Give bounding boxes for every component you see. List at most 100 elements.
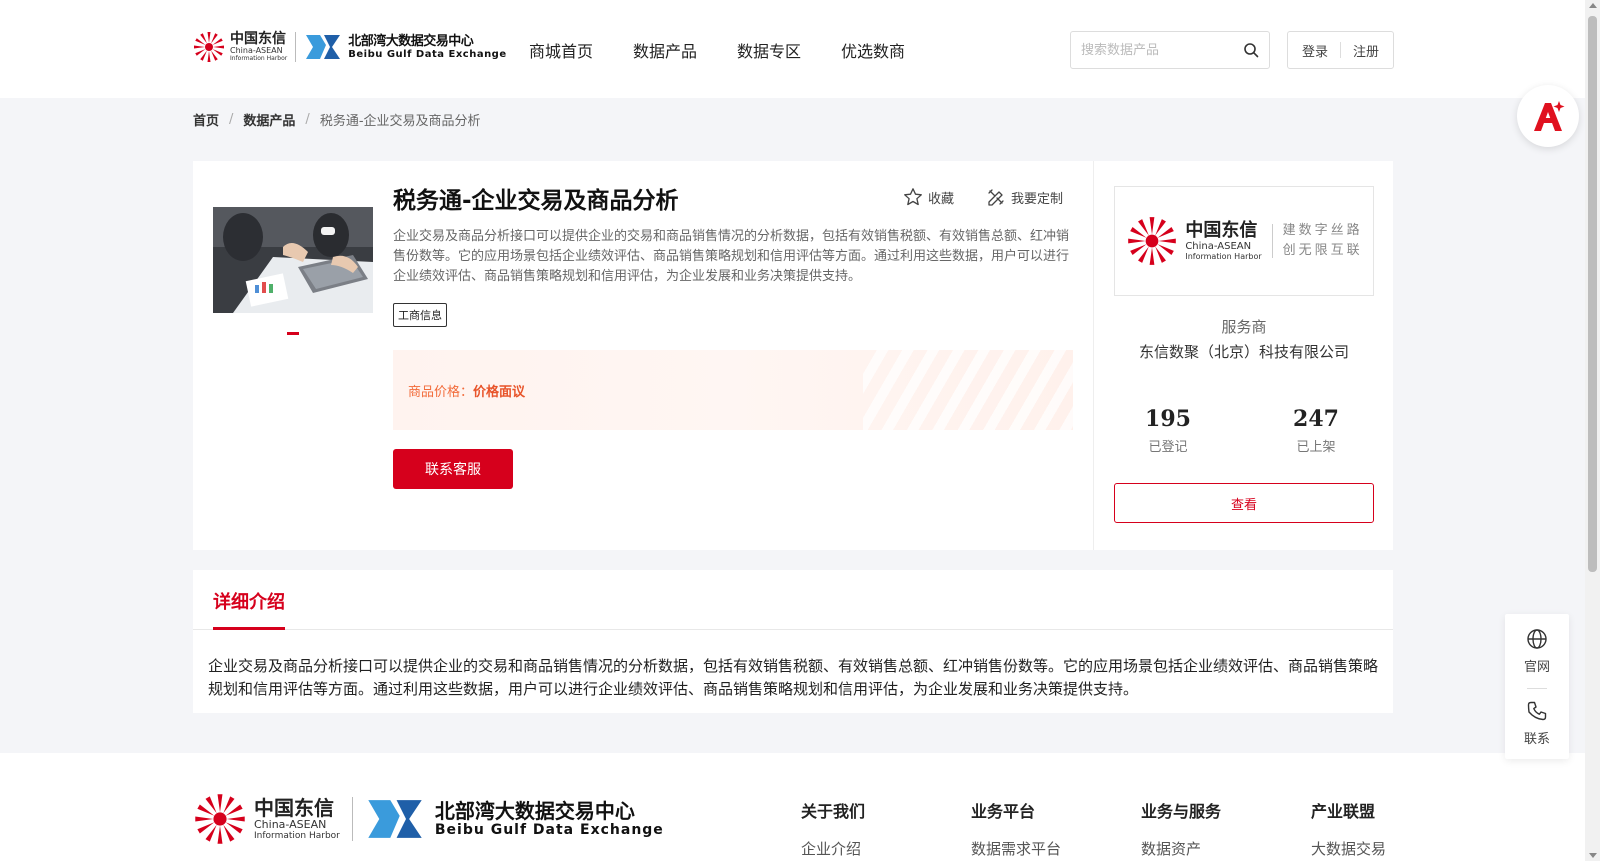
footer-col-heading: 业务平台 <box>971 802 1036 821</box>
breadcrumb-current: 税务通-企业交易及商品分析 <box>319 114 481 129</box>
globe-icon <box>1527 629 1547 649</box>
phone-icon <box>1527 701 1547 721</box>
side-website-button[interactable]: 官网 <box>1505 628 1569 675</box>
logo-bb-title: 北部湾大数据交易中心 <box>348 33 474 49</box>
footer-col-alliance: 产业联盟 大数据交易 <box>1311 798 1386 859</box>
breadcrumb-separator: / <box>305 112 310 127</box>
dongxin-logo-icon <box>1128 217 1177 265</box>
breadcrumb-home[interactable]: 首页 <box>193 110 219 129</box>
footer-logo-cn-sub2: Information Harbor <box>254 831 340 841</box>
footer-link[interactable]: 大数据交易 <box>1311 838 1386 859</box>
footer-link[interactable]: 数据需求平台 <box>971 838 1061 859</box>
customize-label: 我要定制 <box>1011 191 1064 207</box>
footer-logo[interactable]: 中国东信 China-ASEAN Information Harbor 北部湾大… <box>192 791 664 847</box>
product-actions: 收藏 我要定制 <box>903 187 1063 207</box>
beibu-logo-icon <box>368 800 422 838</box>
dongxin-logo-icon <box>195 794 245 844</box>
carousel-indicator[interactable] <box>287 332 299 335</box>
customize-button[interactable]: 我要定制 <box>986 187 1063 207</box>
scroll-up-arrow[interactable] <box>1589 3 1597 8</box>
vendor-logo-sub1: China-ASEAN <box>1185 241 1252 252</box>
site-footer: 中国东信 China-ASEAN Information Harbor 北部湾大… <box>0 753 1585 861</box>
footer-col-services: 业务与服务 数据资产 <box>1141 798 1221 859</box>
breadcrumb-category[interactable]: 数据产品 <box>243 110 295 129</box>
vendor-logo-title: 中国东信 <box>1185 220 1258 241</box>
product-description: 企业交易及商品分析接口可以提供企业的交易和商品销售情况的分析数据，包括有效销售税… <box>393 229 1070 284</box>
footer-col-heading: 关于我们 <box>801 802 866 821</box>
beibu-logo-icon <box>306 35 341 59</box>
detail-text: 企业交易及商品分析接口可以提供企业的交易和商品销售情况的分析数据，包括有效销售税… <box>208 657 1379 698</box>
product-card: 税务通-企业交易及商品分析 收藏 我要定制 企业交易及商品分析接口可以提供企业的… <box>193 161 1393 550</box>
nav-data-zone[interactable]: 数据专区 <box>737 38 801 62</box>
logo-cn-sub1: China-ASEAN <box>230 46 283 55</box>
register-link[interactable]: 注册 <box>1353 41 1379 60</box>
vendor-logo[interactable]: 中国东信 China-ASEAN Information Harbor 建数字丝… <box>1114 186 1374 296</box>
side-contact-label: 联系 <box>1523 732 1550 747</box>
login-link[interactable]: 登录 <box>1302 41 1328 60</box>
price-box-decoration <box>863 350 1073 430</box>
side-contact-button[interactable]: 联系 <box>1505 700 1569 747</box>
nav-preferred-vendors[interactable]: 优选数商 <box>841 38 905 62</box>
view-vendor-button[interactable]: 查看 <box>1114 483 1374 523</box>
beibu-logo: 北部湾大数据交易中心 Beibu Gulf Data Exchange <box>304 33 506 61</box>
star-icon <box>904 188 922 206</box>
footer-logo-cn-title: 中国东信 <box>254 796 334 820</box>
customize-icon <box>988 189 1004 206</box>
page-scrollbar[interactable] <box>1585 0 1600 861</box>
favorite-button[interactable]: 收藏 <box>903 187 954 207</box>
vendor-logo-brand: 中国东信 China-ASEAN Information Harbor <box>1125 214 1262 268</box>
stat-registered-count: 195 <box>1145 406 1191 432</box>
vendor-panel: 中国东信 China-ASEAN Information Harbor 建数字丝… <box>1093 161 1393 550</box>
side-separator <box>1527 688 1547 689</box>
floating-side-panel: 官网 联系 <box>1505 614 1569 759</box>
main-nav: 商城首页 数据产品 数据专区 优选数商 <box>529 38 945 62</box>
auth-box: 登录 注册 <box>1287 31 1394 69</box>
footer-logo-cn-sub1: China-ASEAN <box>254 818 327 831</box>
breadcrumb: 首页 / 数据产品 / 税务通-企业交易及商品分析 <box>193 110 481 129</box>
ai-assistant-icon <box>1534 101 1565 131</box>
product-info: 税务通-企业交易及商品分析 收藏 我要定制 企业交易及商品分析接口可以提供企业的… <box>193 161 1093 550</box>
product-image[interactable] <box>213 207 373 313</box>
stat-listed-count: 247 <box>1293 406 1339 432</box>
price-value: 价格面议 <box>473 385 526 400</box>
product-tag[interactable]: 工商信息 <box>393 303 447 327</box>
logo-cn-title: 中国东信 <box>230 31 286 47</box>
nav-mall-home[interactable]: 商城首页 <box>529 38 593 62</box>
search-input[interactable] <box>1079 40 1239 60</box>
side-website-label: 官网 <box>1523 660 1550 675</box>
detail-section: 详细介绍 企业交易及商品分析接口可以提供企业的交易和商品销售情况的分析数据，包括… <box>193 570 1393 713</box>
vendor-logo-divider <box>1271 224 1273 258</box>
footer-logo-bb-title: 北部湾大数据交易中心 <box>434 799 635 823</box>
stat-registered-label: 已登记 <box>1148 440 1188 455</box>
stat-listed: 247 已上架 <box>1266 406 1366 455</box>
product-image-illustration <box>213 207 373 313</box>
footer-col-about: 关于我们 企业介绍 <box>801 798 865 859</box>
footer-link[interactable]: 企业介绍 <box>801 838 865 859</box>
scroll-thumb[interactable] <box>1588 16 1597 572</box>
footer-link[interactable]: 数据资产 <box>1141 838 1221 859</box>
favorite-label: 收藏 <box>928 191 955 207</box>
stat-registered: 195 已登记 <box>1118 406 1218 455</box>
auth-separator <box>1340 42 1341 58</box>
scroll-down-arrow[interactable] <box>1589 853 1597 858</box>
logo-divider <box>295 32 297 62</box>
logo-bb-sub: Beibu Gulf Data Exchange <box>348 48 507 60</box>
tab-detail-intro[interactable]: 详细介绍 <box>213 588 285 614</box>
footer-logo-bb-sub: Beibu Gulf Data Exchange <box>434 822 664 838</box>
nav-data-products[interactable]: 数据产品 <box>633 38 697 62</box>
price-box: 商品价格：价格面议 <box>393 350 1073 430</box>
price-text: 商品价格：价格面议 <box>408 381 525 400</box>
ai-assistant-button[interactable] <box>1517 85 1579 147</box>
vendor-slogan-line1: 建数字丝路 <box>1282 223 1363 238</box>
stat-listed-label: 已上架 <box>1296 440 1336 455</box>
logo-cn-sub2: Information Harbor <box>230 55 288 62</box>
vendor-logo-sub2: Information Harbor <box>1185 252 1262 261</box>
contact-service-button[interactable]: 联系客服 <box>393 449 513 489</box>
site-header: 中国东信 China-ASEAN Information Harbor 北部湾大… <box>0 0 1585 98</box>
tab-active-underline <box>213 627 285 630</box>
dongxin-logo-icon <box>194 32 224 62</box>
site-logo[interactable]: 中国东信 China-ASEAN Information Harbor 北部湾大… <box>192 30 507 64</box>
footer-col-heading: 业务与服务 <box>1141 802 1222 821</box>
breadcrumb-separator: / <box>229 112 234 127</box>
search-icon[interactable] <box>1243 42 1259 58</box>
